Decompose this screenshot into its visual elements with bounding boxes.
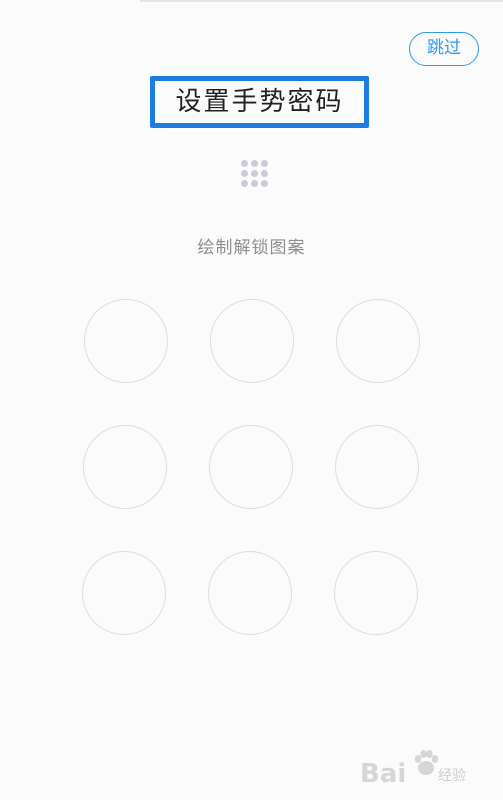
skip-button[interactable]: 跳过 [409,32,479,66]
pattern-node[interactable] [82,551,166,635]
pattern-preview-icon [241,160,268,187]
pattern-node[interactable] [336,299,420,383]
page-title: 设置手势密码 [175,87,344,117]
pattern-node[interactable] [335,425,419,509]
preview-dot [261,160,268,167]
pattern-node[interactable] [83,425,167,509]
pattern-node[interactable] [84,299,168,383]
title-highlight-box: 设置手势密码 [150,76,369,128]
status-divider [140,0,503,2]
watermark-text: Bai [360,759,407,789]
preview-dot [261,170,268,177]
pattern-hint: 绘制解锁图案 [197,238,306,258]
preview-dot [251,180,258,187]
preview-dot [241,180,248,187]
preview-dot [261,180,268,187]
watermark: Bai 经验 [360,745,500,795]
preview-dot [241,170,248,177]
pattern-node[interactable] [210,299,294,383]
watermark-subtext: 经验 [438,768,466,784]
pattern-node[interactable] [209,425,293,509]
preview-dot [241,160,248,167]
gesture-password-screen: 跳过 设置手势密码 绘制解锁图案 Bai 经验 [0,0,503,800]
preview-dot [251,160,258,167]
preview-dot [251,170,258,177]
pattern-node[interactable] [334,551,418,635]
pattern-node[interactable] [208,551,292,635]
